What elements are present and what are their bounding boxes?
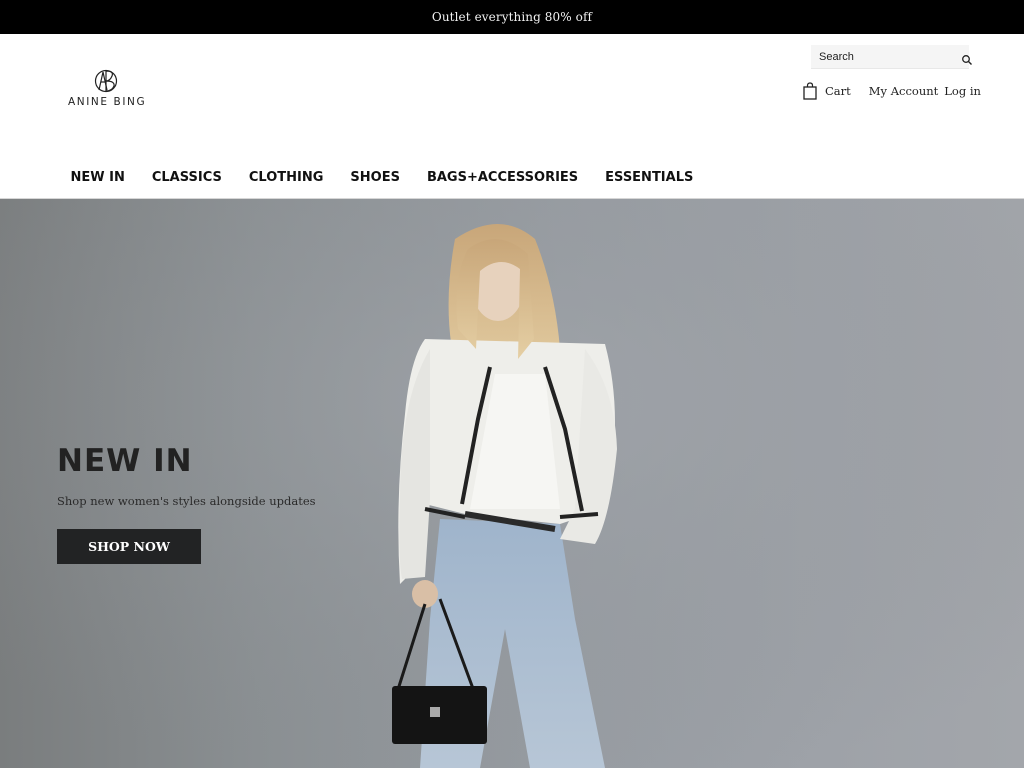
hero-subtitle: Shop new women's styles alongside update… — [57, 494, 316, 508]
nav-item-classics[interactable]: CLASSICS — [138, 170, 235, 185]
search-bar — [811, 45, 972, 69]
site-header: ANINE BING Cart My Account Log in NEW IN… — [0, 34, 1024, 199]
announcement-text: Outlet everything 80% off — [431, 10, 593, 24]
shopping-bag-icon — [803, 82, 817, 100]
utility-links: Cart My Account Log in — [803, 81, 981, 101]
search-input[interactable] — [819, 50, 961, 63]
search-icon[interactable] — [961, 51, 973, 65]
main-nav: NEW IN CLASSICS CLOTHING SHOES BAGS+ACCE… — [57, 164, 707, 190]
brand-monogram-icon — [94, 69, 118, 93]
nav-item-bags-accessories[interactable]: BAGS+ACCESSORIES — [413, 170, 591, 185]
hero-title: NEW IN — [57, 443, 193, 479]
hero-content: NEW IN Shop new women's styles alongside… — [57, 442, 377, 564]
cart-label: Cart — [825, 84, 851, 98]
nav-item-essentials[interactable]: ESSENTIALS — [592, 170, 707, 185]
login-link[interactable]: Log in — [944, 84, 981, 98]
nav-item-new-in[interactable]: NEW IN — [57, 170, 138, 185]
brand-logo[interactable]: ANINE BING — [66, 69, 150, 111]
hero-banner[interactable]: NEW IN Shop new women's styles alongside… — [0, 199, 1024, 768]
announcement-bar: Outlet everything 80% off — [0, 0, 1024, 34]
nav-item-shoes[interactable]: SHOES — [337, 170, 414, 185]
cart-link[interactable]: Cart — [803, 82, 851, 100]
shop-now-button[interactable]: SHOP NOW — [57, 529, 201, 564]
nav-item-clothing[interactable]: CLOTHING — [235, 170, 337, 185]
my-account-link[interactable]: My Account — [869, 84, 938, 98]
brand-name: ANINE BING — [68, 96, 147, 108]
